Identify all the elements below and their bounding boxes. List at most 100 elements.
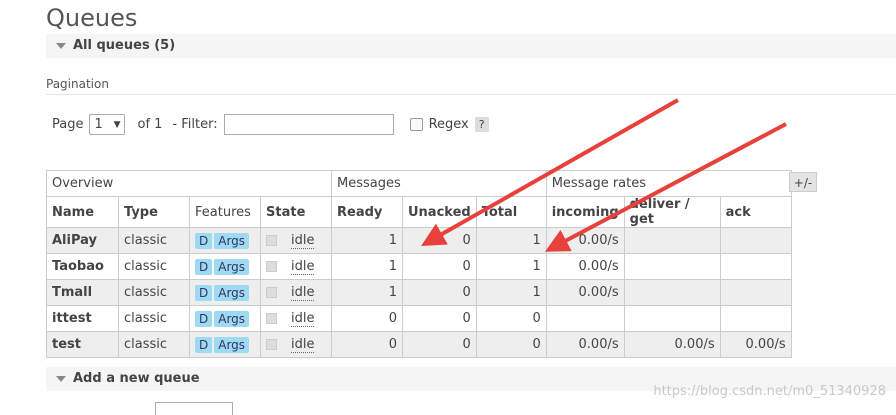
ack-rate: [719, 305, 792, 332]
table-row: Tmall classic D Args idle 1 0 1 0.00/s: [46, 279, 792, 306]
watermark: https://blog.csdn.net/m0_51340928: [653, 384, 886, 399]
col-state[interactable]: State: [260, 196, 332, 228]
pagination-divider: [46, 94, 896, 95]
group-overview: Overview: [46, 170, 332, 197]
table-row: test classic D Args idle 0 0 0 0.00/s 0.0…: [46, 331, 792, 358]
durable-tag: D: [195, 336, 213, 353]
pagination-heading: Pagination: [46, 77, 109, 91]
group-messages: Messages: [331, 170, 547, 197]
regex-checkbox[interactable]: [409, 118, 423, 131]
add-queue-label: Add a new queue: [73, 371, 200, 386]
col-unacked[interactable]: Unacked: [402, 196, 477, 228]
col-incoming[interactable]: incoming: [545, 196, 625, 228]
queue-type: classic: [118, 331, 190, 358]
unacked-count: 0: [402, 227, 477, 254]
page-of-label: of 1: [137, 117, 163, 132]
deliver-rate: [623, 279, 721, 306]
queue-state: idle: [291, 337, 315, 353]
table-row: Taobao classic D Args idle 1 0 1 0.00/s: [46, 253, 792, 280]
args-tag: Args: [214, 258, 250, 275]
total-count: 1: [475, 253, 547, 280]
queue-name-link[interactable]: Taobao: [52, 259, 104, 274]
args-tag: Args: [214, 310, 250, 327]
incoming-rate: 0.00/s: [545, 227, 625, 254]
queue-name-link[interactable]: ittest: [52, 311, 92, 326]
ready-count: 0: [331, 305, 403, 332]
queue-type: classic: [118, 227, 190, 254]
incoming-rate: 0.00/s: [545, 253, 625, 280]
col-ack[interactable]: ack: [719, 196, 792, 228]
queue-name-link[interactable]: AliPay: [52, 233, 97, 248]
unacked-count: 0: [402, 253, 477, 280]
ack-rate: [719, 279, 792, 306]
queue-name-link[interactable]: test: [52, 337, 81, 352]
queue-state: idle: [291, 233, 315, 249]
filter-input[interactable]: [223, 114, 394, 135]
queue-name-link[interactable]: Tmall: [52, 285, 92, 300]
durable-tag: D: [195, 284, 213, 301]
state-indicator-icon: [266, 287, 277, 298]
chevron-down-icon: ▼: [113, 119, 121, 130]
page-label: Page: [52, 117, 84, 132]
page-select-value: 1: [94, 117, 103, 132]
col-deliver-get[interactable]: deliver / get: [623, 196, 721, 228]
queue-type: classic: [118, 279, 190, 306]
page-select[interactable]: 1 ▼: [89, 114, 126, 135]
filter-label: - Filter:: [172, 117, 218, 132]
all-queues-toggle[interactable]: All queues (5): [46, 34, 896, 58]
col-features: Features: [189, 196, 261, 228]
queue-type: classic: [118, 253, 190, 280]
ack-rate: [719, 227, 792, 254]
col-name[interactable]: Name: [46, 196, 119, 228]
queue-state: idle: [291, 311, 315, 327]
queues-table: Overview Messages Message rates Name Typ…: [46, 170, 792, 358]
deliver-rate: [623, 253, 721, 280]
group-message-rates: Message rates: [545, 170, 792, 197]
durable-tag: D: [195, 232, 213, 249]
queue-state: idle: [291, 259, 315, 275]
col-type[interactable]: Type: [118, 196, 190, 228]
pagination-controls: Page 1 ▼ of 1 - Filter: Regex ?: [52, 114, 489, 135]
columns-toggle-button[interactable]: +/-: [789, 172, 817, 192]
incoming-rate: 0.00/s: [545, 331, 625, 358]
ready-count: 0: [331, 331, 403, 358]
ack-rate: 0.00/s: [719, 331, 792, 358]
unacked-count: 0: [402, 305, 477, 332]
total-count: 0: [475, 331, 547, 358]
deliver-rate: 0.00/s: [623, 331, 721, 358]
total-count: 1: [475, 227, 547, 254]
all-queues-label: All queues (5): [73, 38, 176, 53]
col-total[interactable]: Total: [475, 196, 547, 228]
regex-help-button[interactable]: ?: [474, 117, 489, 132]
deliver-rate: [623, 305, 721, 332]
deliver-rate: [623, 227, 721, 254]
args-tag: Args: [214, 284, 250, 301]
state-indicator-icon: [266, 261, 277, 272]
incoming-rate: 0.00/s: [545, 279, 625, 306]
ready-count: 1: [331, 227, 403, 254]
unacked-count: 0: [402, 279, 477, 306]
ready-count: 1: [331, 253, 403, 280]
queue-state: idle: [291, 285, 315, 301]
total-count: 0: [475, 305, 547, 332]
state-indicator-icon: [266, 313, 277, 324]
args-tag: Args: [214, 232, 250, 249]
ack-rate: [719, 253, 792, 280]
durable-tag: D: [195, 258, 213, 275]
ready-count: 1: [331, 279, 403, 306]
durable-tag: D: [195, 310, 213, 327]
regex-label: Regex: [428, 117, 469, 132]
args-tag: Args: [214, 336, 250, 353]
collapse-triangle-icon: [56, 375, 66, 382]
incoming-rate: [545, 305, 625, 332]
collapse-triangle-icon: [56, 42, 66, 49]
page-title: Queues: [46, 4, 138, 32]
total-count: 1: [475, 279, 547, 306]
new-queue-input[interactable]: [155, 402, 233, 415]
state-indicator-icon: [266, 339, 277, 350]
state-indicator-icon: [266, 235, 277, 246]
queue-type: classic: [118, 305, 190, 332]
table-row: AliPay classic D Args idle 1 0 1 0.00/s: [46, 227, 792, 254]
col-ready[interactable]: Ready: [331, 196, 403, 228]
unacked-count: 0: [402, 331, 477, 358]
